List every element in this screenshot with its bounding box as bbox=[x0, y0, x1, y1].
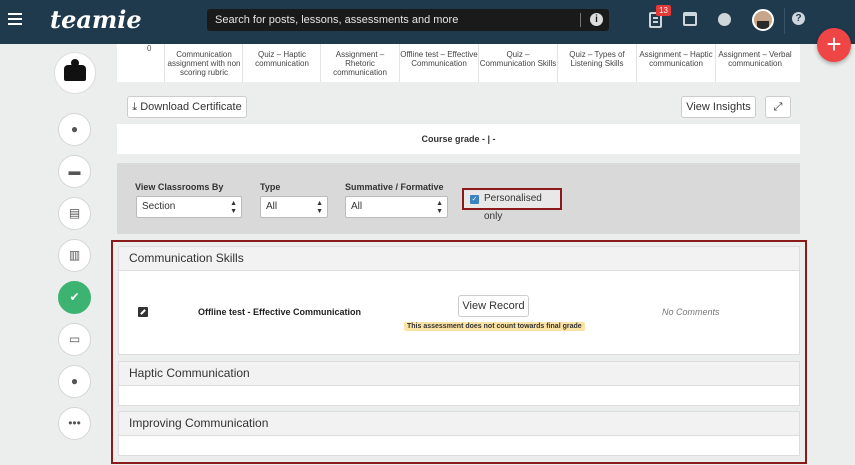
select-arrow-icon: ▲ ▼ bbox=[316, 200, 323, 215]
comments-text: No Comments bbox=[662, 307, 720, 317]
axis-zero-label: 0 bbox=[147, 44, 152, 53]
user-icon: ● bbox=[70, 374, 79, 388]
select-arrow-icon: ▲ ▼ bbox=[436, 200, 443, 215]
sidebar-item-more[interactable]: ••• bbox=[58, 407, 91, 440]
checkbox-checked-icon[interactable]: ✓ bbox=[470, 195, 479, 204]
gradebook-column[interactable]: Quiz – Types of Listening Skills bbox=[557, 44, 635, 82]
download-label: Download Certificate bbox=[140, 101, 242, 113]
sidebar-item-analytics[interactable]: ▥ bbox=[58, 239, 91, 272]
type-filter-label: Type bbox=[260, 182, 281, 192]
assessment-name: Offline test - Effective Communication bbox=[198, 307, 362, 317]
classroom-logo[interactable] bbox=[54, 52, 96, 94]
folder-icon: ▬ bbox=[68, 164, 81, 178]
column-label: Communication assignment with non scorin… bbox=[167, 50, 241, 77]
newspaper-icon: ▤ bbox=[68, 206, 81, 220]
sidebar-item-lessons[interactable]: ▤ bbox=[58, 197, 91, 230]
check-square-icon: ✔ bbox=[69, 290, 80, 304]
gradebook-column[interactable]: Assignment – Haptic communication bbox=[636, 44, 714, 82]
download-certificate-button[interactable]: ⤓ Download Certificate bbox=[127, 96, 247, 118]
help-icon[interactable]: ? bbox=[792, 12, 805, 25]
classrooms-filter-label: View Classrooms By bbox=[135, 182, 224, 192]
column-label: Assignment – Verbal communication bbox=[718, 50, 792, 68]
gradebook-column[interactable]: Offline test – Effective Communication bbox=[399, 44, 478, 82]
grade-exclusion-note: This assessment does not count towards f… bbox=[404, 322, 585, 331]
sidebar-item-gradebook[interactable]: ✔ bbox=[58, 281, 91, 314]
menu-icon[interactable] bbox=[8, 11, 22, 25]
search-bar[interactable]: Search for posts, lessons, assessments a… bbox=[207, 9, 609, 31]
bar-chart-icon: ▥ bbox=[68, 248, 81, 262]
app-logo[interactable]: teamie bbox=[50, 5, 142, 34]
view-insights-button[interactable]: View Insights bbox=[681, 96, 756, 118]
summative-value: All bbox=[351, 201, 363, 212]
gradebook-column[interactable]: Communication assignment with non scorin… bbox=[164, 44, 242, 82]
monitor-icon: ▭ bbox=[68, 332, 81, 346]
gradebook-column[interactable]: Quiz – Haptic communication bbox=[242, 44, 320, 82]
column-label: Quiz – Haptic communication bbox=[255, 50, 309, 68]
classrooms-value: Section bbox=[142, 201, 176, 212]
summative-filter-label: Summative / Formative bbox=[345, 182, 444, 192]
expand-icon[interactable]: ⤢ bbox=[765, 96, 791, 118]
type-select[interactable]: All ▲ ▼ bbox=[260, 196, 328, 218]
calendar-icon[interactable] bbox=[683, 12, 697, 26]
section-header[interactable]: Haptic Communication bbox=[118, 361, 800, 386]
search-placeholder: Search for posts, lessons, assessments a… bbox=[215, 14, 459, 26]
filter-panel: View Classrooms By Section ▲ ▼ Type All ▲ ▼ … bbox=[117, 163, 800, 234]
notification-badge: 13 bbox=[656, 5, 671, 16]
course-grade: Course grade - | - bbox=[421, 134, 496, 144]
header-divider bbox=[784, 8, 785, 34]
column-label: Quiz – Types of Listening Skills bbox=[569, 50, 625, 68]
sidebar-item-classroom[interactable]: ▭ bbox=[58, 323, 91, 356]
avatar[interactable] bbox=[752, 9, 774, 31]
download-icon: ⤓ bbox=[132, 101, 141, 113]
gradebook-column-strip: 0 Communication assignment with non scor… bbox=[117, 44, 800, 82]
section-body bbox=[118, 436, 800, 456]
select-arrow-icon: ▲ ▼ bbox=[230, 200, 237, 215]
edit-icon[interactable] bbox=[138, 307, 148, 317]
sidebar-item-members[interactable]: ● bbox=[58, 365, 91, 398]
add-button[interactable]: + bbox=[817, 28, 851, 62]
comment-icon: ● bbox=[70, 122, 79, 136]
section-header[interactable]: Communication Skills bbox=[118, 246, 800, 271]
personalised-label: Personalised only bbox=[484, 193, 542, 222]
column-label: Assignment – Rhetoric communication bbox=[333, 50, 387, 77]
summative-select[interactable]: All ▲ ▼ bbox=[345, 196, 448, 218]
gradebook-column[interactable]: Assignment – Verbal communication bbox=[715, 44, 793, 82]
sidebar-item-files[interactable]: ▬ bbox=[58, 155, 91, 188]
type-value: All bbox=[266, 201, 278, 212]
column-label: Assignment – Haptic communication bbox=[639, 50, 713, 68]
gradebook-column[interactable]: Assignment – Rhetoric communication bbox=[320, 44, 398, 82]
gradebook-column[interactable]: Quiz – Communication Skills bbox=[478, 44, 556, 82]
sidebar-item-posts[interactable]: ● bbox=[58, 113, 91, 146]
top-bar: teamie Search for posts, lessons, assess… bbox=[0, 0, 855, 44]
column-label: Quiz – Communication Skills bbox=[479, 50, 557, 68]
globe-icon[interactable] bbox=[718, 13, 731, 26]
course-grade-panel: Course grade - | - bbox=[117, 124, 800, 154]
column-label: Offline test – Effective Communication bbox=[400, 50, 478, 68]
section-header[interactable]: Improving Communication bbox=[118, 411, 800, 436]
classrooms-select[interactable]: Section ▲ ▼ bbox=[136, 196, 242, 218]
personalised-only-toggle[interactable]: ✓ Personalised only bbox=[462, 188, 562, 222]
more-icon: ••• bbox=[68, 416, 81, 430]
search-divider bbox=[580, 13, 581, 27]
section-body bbox=[118, 386, 800, 406]
info-icon[interactable]: i bbox=[590, 13, 603, 26]
view-record-button[interactable]: View Record bbox=[458, 295, 529, 317]
